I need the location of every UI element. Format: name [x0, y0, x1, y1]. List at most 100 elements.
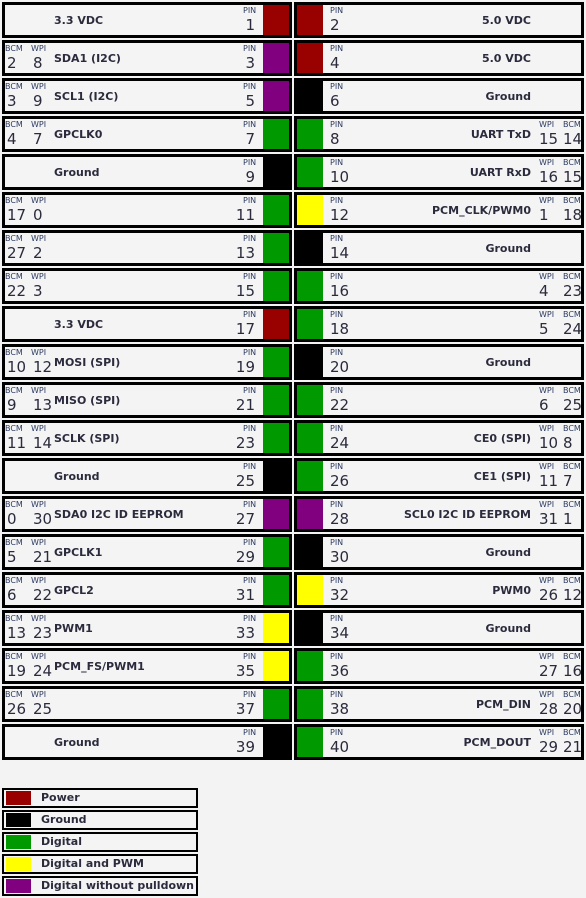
pin-cell-32[interactable]: PIN 32 WPI 26 BCM 12 PWM0: [294, 572, 584, 608]
pin-number: 12: [330, 206, 350, 224]
pin-label: PIN: [243, 462, 257, 471]
pin-name: UART TxD: [470, 128, 531, 141]
pin-cell-30[interactable]: PIN 30 Ground: [294, 534, 584, 570]
wpi-label: WPI: [31, 538, 47, 547]
pin-cell-38[interactable]: PIN 38 WPI 28 BCM 20 PCM_DIN: [294, 686, 584, 722]
wpi-label: WPI: [31, 272, 47, 281]
pin-color-swatch: [263, 43, 289, 73]
wpi-number: 15: [539, 130, 559, 148]
bcm-number: 24: [563, 320, 583, 338]
pin-cell-29[interactable]: PIN 29 BCM 5 WPI 21 GPCLK1: [2, 534, 292, 570]
wpi-label: WPI: [31, 196, 47, 205]
pin-cell-20[interactable]: PIN 20 Ground: [294, 344, 584, 380]
wpi-label: WPI: [539, 120, 555, 129]
pin-label: PIN: [243, 614, 257, 623]
pin-cell-23[interactable]: PIN 23 BCM 11 WPI 14 SCLK (SPI): [2, 420, 292, 456]
pin-cell-22[interactable]: PIN 22 WPI 6 BCM 25: [294, 382, 584, 418]
pin-name: 3.3 VDC: [54, 318, 104, 331]
pin-label: PIN: [243, 690, 257, 699]
pin-cell-2[interactable]: PIN 2 5.0 VDC: [294, 2, 584, 38]
pin-number: 18: [330, 320, 350, 338]
pin-cell-40[interactable]: PIN 40 WPI 29 BCM 21 PCM_DOUT: [294, 724, 584, 760]
pin-cell-35[interactable]: PIN 35 BCM 19 WPI 24 PCM_FS/PWM1: [2, 648, 292, 684]
pin-number: 31: [235, 586, 255, 604]
pin-cell-12[interactable]: PIN 12 WPI 1 BCM 18 PCM_CLK/PWM0: [294, 192, 584, 228]
pin-label: PIN: [243, 538, 257, 547]
pin-name: GPCLK0: [54, 128, 103, 141]
pin-cell-21[interactable]: PIN 21 BCM 9 WPI 13 MISO (SPI): [2, 382, 292, 418]
pin-cell-8[interactable]: PIN 8 WPI 15 BCM 14 UART TxD: [294, 116, 584, 152]
legend-swatch: [6, 813, 31, 827]
legend-item-nopull: Digital without pulldown: [2, 876, 198, 896]
legend-swatch: [6, 791, 31, 805]
pin-cell-24[interactable]: PIN 24 WPI 10 BCM 8 CE0 (SPI): [294, 420, 584, 456]
pin-cell-15[interactable]: PIN 15 BCM 22 WPI 3: [2, 268, 292, 304]
bcm-label: BCM: [5, 120, 23, 129]
pin-label: PIN: [330, 386, 344, 395]
pin-cell-18[interactable]: PIN 18 WPI 5 BCM 24: [294, 306, 584, 342]
pin-number: 7: [245, 130, 255, 148]
pin-cell-39[interactable]: PIN 39 Ground: [2, 724, 292, 760]
pin-number: 19: [235, 358, 255, 376]
pin-cell-19[interactable]: PIN 19 BCM 10 WPI 12 MOSI (SPI): [2, 344, 292, 380]
pin-cell-25[interactable]: PIN 25 Ground: [2, 458, 292, 494]
pin-label: PIN: [330, 158, 344, 167]
pin-cell-3[interactable]: PIN 3 BCM 2 WPI 8 SDA1 (I2C): [2, 40, 292, 76]
pin-label: PIN: [243, 500, 257, 509]
pin-color-swatch: [297, 119, 323, 149]
pin-number: 1: [245, 16, 255, 34]
pin-cell-5[interactable]: PIN 5 BCM 3 WPI 9 SCL1 (I2C): [2, 78, 292, 114]
pin-name: SDA1 (I2C): [54, 52, 121, 65]
pin-name: Ground: [485, 622, 531, 635]
pin-label: PIN: [243, 196, 257, 205]
pin-name: UART RxD: [469, 166, 531, 179]
wpi-number: 21: [33, 548, 53, 566]
wpi-label: WPI: [31, 652, 47, 661]
pin-label: PIN: [243, 310, 257, 319]
pin-cell-27[interactable]: PIN 27 BCM 0 WPI 30 SDA0 I2C ID EEPROM: [2, 496, 292, 532]
pin-cell-31[interactable]: PIN 31 BCM 6 WPI 22 GPCL2: [2, 572, 292, 608]
wpi-label: WPI: [31, 386, 47, 395]
bcm-number: 1: [563, 510, 573, 528]
pin-cell-13[interactable]: PIN 13 BCM 27 WPI 2: [2, 230, 292, 266]
bcm-label: BCM: [563, 120, 581, 129]
pin-cell-14[interactable]: PIN 14 Ground: [294, 230, 584, 266]
pin-number: 36: [330, 662, 350, 680]
pin-label: PIN: [243, 272, 257, 281]
pin-cell-28[interactable]: PIN 28 WPI 31 BCM 1 SCL0 I2C ID EEPROM: [294, 496, 584, 532]
wpi-label: WPI: [31, 614, 47, 623]
pin-number: 38: [330, 700, 350, 718]
pin-label: PIN: [330, 6, 344, 15]
legend-label: Digital: [41, 835, 82, 848]
pin-cell-1[interactable]: PIN 1 3.3 VDC: [2, 2, 292, 38]
bcm-label: BCM: [5, 690, 23, 699]
pin-cell-10[interactable]: PIN 10 WPI 16 BCM 15 UART RxD: [294, 154, 584, 190]
pin-cell-26[interactable]: PIN 26 WPI 11 BCM 7 CE1 (SPI): [294, 458, 584, 494]
pin-cell-36[interactable]: PIN 36 WPI 27 BCM 16: [294, 648, 584, 684]
pin-color-swatch: [263, 309, 289, 339]
pin-name: 3.3 VDC: [54, 14, 104, 27]
wpi-number: 12: [33, 358, 53, 376]
pin-color-swatch: [263, 119, 289, 149]
pin-number: 34: [330, 624, 350, 642]
pin-number: 30: [330, 548, 350, 566]
pin-cell-6[interactable]: PIN 6 Ground: [294, 78, 584, 114]
pin-cell-16[interactable]: PIN 16 WPI 4 BCM 23: [294, 268, 584, 304]
pin-label: PIN: [243, 652, 257, 661]
pin-cell-11[interactable]: PIN 11 BCM 17 WPI 0: [2, 192, 292, 228]
wpi-number: 5: [539, 320, 549, 338]
wpi-label: WPI: [539, 196, 555, 205]
pin-cell-37[interactable]: PIN 37 BCM 26 WPI 25: [2, 686, 292, 722]
pin-cell-9[interactable]: PIN 9 Ground: [2, 154, 292, 190]
pin-label: PIN: [243, 6, 257, 15]
pin-label: PIN: [330, 272, 344, 281]
bcm-label: BCM: [563, 386, 581, 395]
pin-cell-34[interactable]: PIN 34 Ground: [294, 610, 584, 646]
pin-name: 5.0 VDC: [481, 14, 531, 27]
pin-cell-7[interactable]: PIN 7 BCM 4 WPI 7 GPCLK0: [2, 116, 292, 152]
bcm-number: 22: [7, 282, 27, 300]
pin-color-swatch: [297, 309, 323, 339]
pin-cell-4[interactable]: PIN 4 5.0 VDC: [294, 40, 584, 76]
pin-cell-17[interactable]: PIN 17 3.3 VDC: [2, 306, 292, 342]
pin-cell-33[interactable]: PIN 33 BCM 13 WPI 23 PWM1: [2, 610, 292, 646]
